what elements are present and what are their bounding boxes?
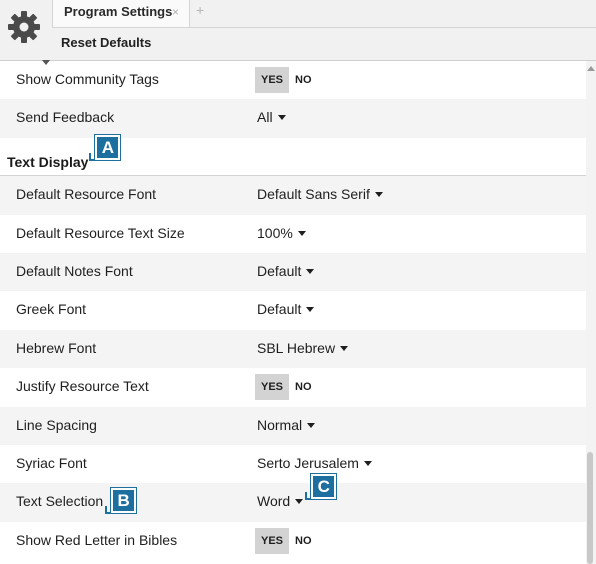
setting-row-default-notes-font: Default Notes Font Default — [0, 252, 586, 292]
caret-down-icon — [307, 422, 316, 428]
setting-dropdown[interactable]: 100% — [257, 225, 306, 241]
toggle-yes-button[interactable]: YES — [255, 374, 290, 401]
setting-dropdown[interactable]: All — [257, 109, 286, 125]
scroll-thumb[interactable] — [587, 452, 593, 564]
setting-label: Syriac Font — [16, 454, 87, 471]
dropdown-value: Default — [257, 262, 302, 279]
toggle-no-button[interactable]: NO — [289, 374, 318, 400]
setting-label: Send Feedback — [16, 109, 115, 126]
callout-b-badge: B — [110, 487, 138, 515]
setting-row-syriac-font: Syriac Font Serto Jerusalem — [0, 445, 586, 483]
setting-row-greek-font: Greek Font Default — [0, 291, 586, 329]
setting-label: Greek Font — [16, 301, 87, 318]
caret-down-icon — [363, 460, 372, 466]
setting-dropdown[interactable]: Word — [257, 493, 304, 510]
setting-row-show-community-tags: Show Community Tags YES NO — [0, 61, 586, 99]
setting-dropdown[interactable]: Serto Jerusalem — [257, 455, 372, 471]
dropdown-value: Serto Jerusalem — [257, 454, 359, 471]
setting-dropdown[interactable]: Default — [257, 262, 315, 279]
dropdown-value: Word — [257, 493, 291, 510]
caret-down-icon — [340, 345, 349, 351]
setting-dropdown[interactable]: Default — [257, 301, 315, 318]
toggle-no-button[interactable]: NO — [289, 528, 318, 554]
section-title: Text Display — [7, 153, 89, 170]
setting-row-line-spacing: Line Spacing Normal — [0, 406, 586, 445]
setting-label: Text Selection — [16, 493, 104, 510]
setting-dropdown[interactable]: Normal — [257, 416, 316, 433]
tab-label: Program Settings — [64, 4, 173, 19]
caret-down-icon — [306, 268, 315, 274]
setting-row-text-selection: Text Selection Word — [0, 483, 586, 522]
toggle-no-button[interactable]: NO — [289, 67, 318, 93]
dropdown-value: All — [257, 109, 273, 126]
add-tab-icon[interactable]: + — [196, 2, 204, 18]
close-icon[interactable]: × — [172, 5, 179, 19]
setting-dropdown[interactable]: SBL Hebrew — [257, 339, 349, 356]
caret-down-icon — [374, 192, 383, 198]
dropdown-value: 100% — [257, 224, 293, 241]
setting-label: Default Resource Text Size — [16, 224, 185, 241]
setting-dropdown[interactable]: Default Sans Serif — [257, 186, 383, 202]
settings-list: Show Community Tags YES NO Send Feedback All… — [0, 61, 586, 560]
setting-row-justify-resource-text: Justify Resource Text YES NO — [0, 368, 586, 406]
toggle-yes-button[interactable]: YES — [255, 527, 290, 554]
dropdown-value: SBL Hebrew — [257, 339, 336, 356]
dropdown-value: Normal — [257, 416, 303, 433]
gear-icon — [8, 11, 40, 43]
setting-label: Default Resource Font — [16, 186, 157, 203]
setting-row-default-resource-font: Default Resource Font Default Sans Serif — [0, 176, 586, 215]
dropdown-value: Default — [257, 301, 302, 318]
setting-label: Hebrew Font — [16, 339, 97, 356]
dropdown-value: Default Sans Serif — [257, 186, 370, 203]
setting-label: Justify Resource Text — [16, 378, 149, 395]
caret-down-icon — [306, 307, 315, 313]
toolbar: Program Settings × + Reset Defaults — [0, 0, 596, 65]
yes-no-toggle: YES NO — [255, 527, 318, 554]
scroll-up-icon[interactable] — [587, 66, 595, 71]
scrollbar[interactable] — [586, 61, 596, 564]
settings-menu-button[interactable] — [4, 8, 50, 65]
setting-label: Show Red Letter in Bibles — [16, 531, 178, 548]
caret-down-icon — [297, 230, 306, 236]
section-text-display: Text Display — [0, 138, 586, 177]
callout-c-badge: C — [310, 473, 338, 501]
caret-down-icon — [277, 115, 286, 121]
setting-row-show-red-letter-in-bibles: Show Red Letter in Bibles YES NO — [0, 522, 586, 560]
tab-program-settings[interactable]: Program Settings × — [52, 0, 190, 27]
caret-down-icon — [295, 499, 304, 505]
setting-row-default-resource-text-size: Default Resource Text Size 100% — [0, 215, 586, 253]
toggle-yes-button[interactable]: YES — [255, 67, 290, 93]
setting-row-send-feedback: Send Feedback All — [0, 99, 586, 138]
setting-row-hebrew-font: Hebrew Font SBL Hebrew — [0, 329, 586, 369]
setting-label: Line Spacing — [16, 416, 97, 433]
setting-label: Default Notes Font — [16, 262, 133, 279]
yes-no-toggle: YES NO — [255, 67, 318, 93]
reset-defaults-button[interactable]: Reset Defaults — [61, 35, 151, 50]
callout-a-badge: A — [94, 133, 122, 161]
setting-label: Show Community Tags — [16, 71, 159, 87]
tab-divider — [52, 27, 596, 28]
yes-no-toggle: YES NO — [255, 374, 318, 401]
